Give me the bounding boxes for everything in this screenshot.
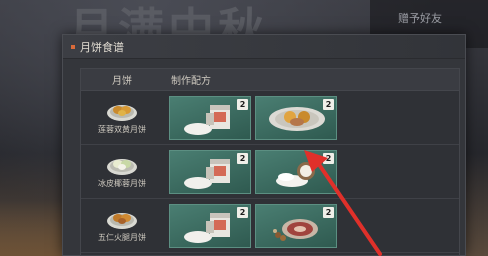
count-badge: 2 [323,152,334,164]
five-kernel-ham-mooncake-icon [107,213,137,229]
column-header-mooncake: 月饼 [112,76,132,87]
mooncake-cell: 五仁火腿月饼 [81,208,163,243]
column-header-recipe: 制作配方 [171,76,211,87]
recipe-slots: 2 2 [163,95,337,140]
recipe-table: 月饼 制作配方 莲蓉双黄月饼 2 2 冰皮椰蓉月饼 2 2 五仁火腿月饼 2 2 [80,68,460,256]
mooncake-name: 五仁火腿月饼 [98,233,146,242]
ingredient-slot[interactable]: 2 [255,95,337,140]
table-row[interactable]: 五仁火腿月饼 2 2 [81,199,459,253]
snowskin-coconut-mooncake-icon [107,159,137,175]
ingredient-slot[interactable]: 2 [255,149,337,194]
gift-friend-button[interactable]: 赠予好友 [398,10,442,26]
lotus-yolk-mooncake-icon [107,105,137,121]
panel-header: 月饼食谱 [63,35,465,59]
ingredient-slot[interactable]: 2 [255,203,337,248]
count-badge: 2 [323,98,334,110]
ingredient-slot[interactable]: 2 [169,149,251,194]
ingredient-slot[interactable]: 2 [169,95,251,140]
mooncake-name: 莲蓉双黄月饼 [98,125,146,134]
recipe-slots: 2 2 [163,203,337,248]
panel-title: 月饼食谱 [80,40,124,54]
recipe-slots: 2 2 [163,149,337,194]
count-badge: 2 [237,206,248,218]
count-badge: 2 [237,152,248,164]
ingredient-slot[interactable]: 2 [169,203,251,248]
table-row[interactable]: 莲蓉双黄月饼 2 2 [81,91,459,145]
mooncake-cell: 莲蓉双黄月饼 [81,100,163,135]
count-badge: 2 [237,98,248,110]
grass-decoration [0,200,66,256]
bullet-icon [71,44,75,49]
mooncake-name: 冰皮椰蓉月饼 [98,179,146,188]
mooncake-cell: 冰皮椰蓉月饼 [81,154,163,189]
table-row[interactable]: 冰皮椰蓉月饼 2 2 [81,145,459,199]
count-badge: 2 [323,206,334,218]
table-header: 月饼 制作配方 [81,69,459,91]
